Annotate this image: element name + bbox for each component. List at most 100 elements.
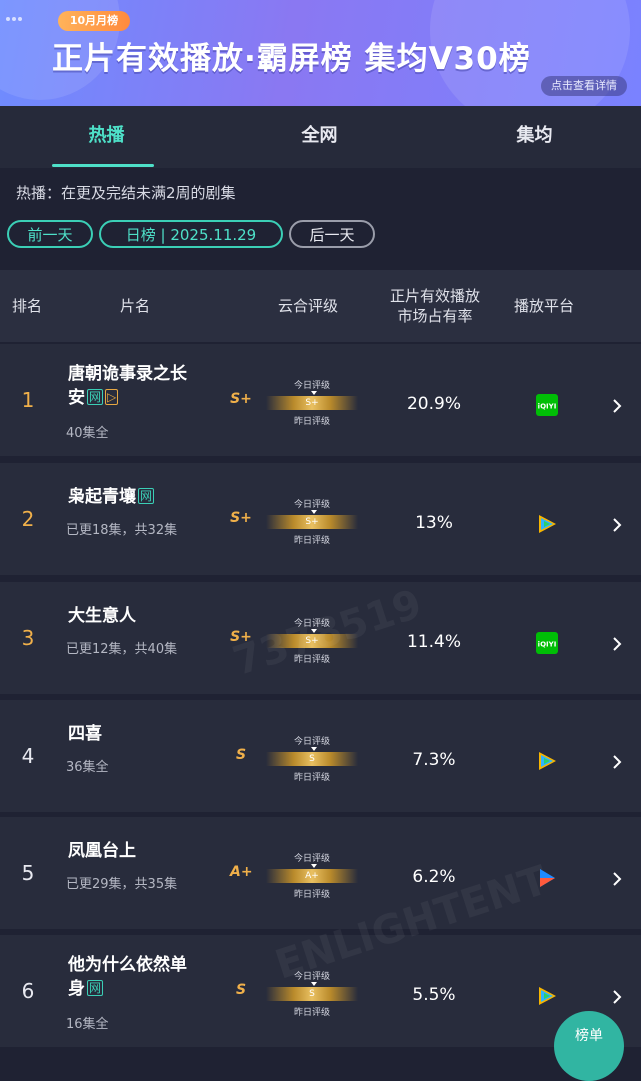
grade-bar-text: A+ [305, 871, 319, 881]
table-row[interactable]: 2 枭起青壤网已更18集，共32集 S+ 今日评级 S+ 昨日评级 13% [0, 463, 641, 575]
header-rank: 排名 [12, 297, 43, 315]
yesterday-grade-label: 昨日评级 [293, 773, 330, 783]
header-share-line1: 正片有效播放 [389, 287, 480, 305]
banner-title: 正片有效播放·霸屏榜 集均V30榜 [52, 41, 531, 77]
grade-bar: 今日评级 A+ 昨日评级 [262, 845, 362, 909]
grade-bar: 今日评级 S+ 昨日评级 [262, 372, 362, 436]
network-tag: 网 [87, 980, 104, 996]
tab-all-network[interactable]: 全网 [213, 106, 426, 168]
month-badge: 10月月榜 [58, 11, 130, 31]
header-platform: 播放平台 [514, 297, 575, 315]
marker-icon [311, 391, 317, 395]
grade-label: A+ [230, 864, 253, 880]
rank-number: 1 [21, 388, 35, 412]
episode-info: 已更29集，共35集 [66, 877, 178, 892]
header-share: 正片有效播放 市场占有率 [380, 286, 490, 326]
episode-info: 16集全 [66, 1017, 109, 1032]
grade-bar-text: S+ [305, 398, 319, 408]
grade-label: S [235, 747, 247, 763]
chevron-right-icon[interactable] [610, 634, 624, 654]
market-share: 20.9% [406, 394, 461, 414]
episode-info: 40集全 [66, 426, 109, 441]
ranking-fab-button[interactable]: 榜单 [554, 1011, 624, 1081]
today-grade-label: 今日评级 [293, 500, 330, 510]
title-line1: 四喜 [68, 724, 102, 744]
header-rating: 云合评级 [278, 297, 339, 315]
show-title[interactable]: 大生意人 [68, 604, 208, 628]
table-row[interactable]: 5 凤凰台上 已更29集，共35集 A+ 今日评级 A+ 昨日评级 6.2% [0, 817, 641, 929]
grade-bar: 今日评级 S 昨日评级 [262, 728, 362, 792]
market-share: 7.3% [412, 750, 456, 770]
title-line1: 大生意人 [68, 606, 136, 626]
prev-day-button[interactable]: 前一天 [7, 220, 93, 248]
show-title[interactable]: 四喜 [68, 722, 208, 746]
market-share: 13% [415, 513, 453, 533]
iqiyi-icon: iQIYI [536, 632, 558, 654]
episode-info: 已更12集，共40集 [66, 642, 178, 657]
grade-bar-fill: S [266, 987, 358, 1001]
marker-icon [311, 982, 317, 986]
today-grade-label: 今日评级 [293, 737, 330, 747]
title-line1: 枭起青壤 [68, 487, 136, 507]
today-grade-label: 今日评级 [293, 854, 330, 864]
rank-number: 5 [21, 861, 35, 885]
title-line2: 身 [68, 979, 85, 999]
header-share-line2: 市场占有率 [397, 307, 473, 325]
tab-hot[interactable]: 热播 [0, 106, 213, 168]
iqiyi-wordmark: iQIYI [538, 403, 557, 411]
chevron-right-icon[interactable] [610, 987, 624, 1007]
title-line1: 唐朝诡事录之长 [68, 364, 187, 384]
grade-label: S+ [230, 510, 252, 526]
tab-episode-avg[interactable]: 集均 [428, 106, 641, 168]
episode-info: 36集全 [66, 760, 109, 775]
show-title[interactable]: 凤凰台上 [68, 839, 208, 863]
grade-bar-fill: S+ [266, 515, 358, 529]
market-share: 5.5% [412, 985, 456, 1005]
window-dots-icon [6, 6, 24, 21]
title-line1: 他为什么依然单 [68, 955, 187, 975]
date-selector[interactable]: 日榜 | 2025.11.29 [99, 220, 283, 248]
chevron-right-icon[interactable] [610, 396, 624, 416]
grade-label: S [235, 982, 247, 998]
chevron-right-icon[interactable] [610, 869, 624, 889]
detail-button[interactable]: 点击查看详情 [541, 76, 627, 96]
grade-bar-text: S [309, 989, 315, 999]
header-title: 片名 [120, 297, 151, 315]
grade-bar-fill: S+ [266, 396, 358, 410]
show-title[interactable]: 枭起青壤网 [68, 485, 208, 509]
show-title[interactable]: 他为什么依然单身网 [68, 953, 208, 1001]
marker-icon [311, 747, 317, 751]
play-tag-icon: ▷ [105, 389, 119, 405]
tencent-video-icon [536, 985, 558, 1007]
yesterday-grade-label: 昨日评级 [293, 890, 330, 900]
next-day-button[interactable]: 后一天 [289, 220, 375, 248]
tencent-video-icon [536, 513, 558, 535]
grade-bar-fill: A+ [266, 869, 358, 883]
yesterday-grade-label: 昨日评级 [293, 1008, 330, 1018]
rank-number: 4 [21, 744, 35, 768]
grade-bar: 今日评级 S+ 昨日评级 [262, 491, 362, 555]
grade-bar-fill: S [266, 752, 358, 766]
table-header: 排名 片名 云合评级 正片有效播放 市场占有率 播放平台 [0, 270, 641, 342]
rank-number: 6 [21, 979, 35, 1003]
table-row[interactable]: 1 唐朝诡事录之长安网 ▷ 40集全 S+ 今日评级 S+ 昨日评级 20.9% iQIYI [0, 344, 641, 456]
iqiyi-icon: iQIYI [536, 394, 558, 416]
network-tag: 网 [138, 488, 155, 504]
show-title[interactable]: 唐朝诡事录之长安网 ▷ [68, 362, 208, 410]
yesterday-grade-label: 昨日评级 [293, 536, 330, 546]
banner[interactable]: 10月月榜 正片有效播放·霸屏榜 集均V30榜 点击查看详情 [0, 0, 641, 106]
list-description: 热播：在更及完结未满2周的剧集 [16, 184, 236, 202]
iqiyi-wordmark: iQIYI [538, 641, 557, 649]
table-row[interactable]: 4 四喜 36集全 S 今日评级 S 昨日评级 7.3% [0, 700, 641, 812]
title-line1: 凤凰台上 [68, 841, 136, 861]
chevron-right-icon[interactable] [610, 752, 624, 772]
grade-bar-text: S+ [305, 517, 319, 527]
tencent-video-icon [536, 750, 558, 772]
active-tab-indicator [52, 164, 154, 167]
fab-label: 榜单 [575, 1028, 603, 1044]
network-tag: 网 [87, 389, 104, 405]
marker-icon [311, 510, 317, 514]
tab-bar: 热播 全网 集均 [0, 106, 641, 168]
chevron-right-icon[interactable] [610, 515, 624, 535]
grade-label: S+ [230, 391, 252, 407]
